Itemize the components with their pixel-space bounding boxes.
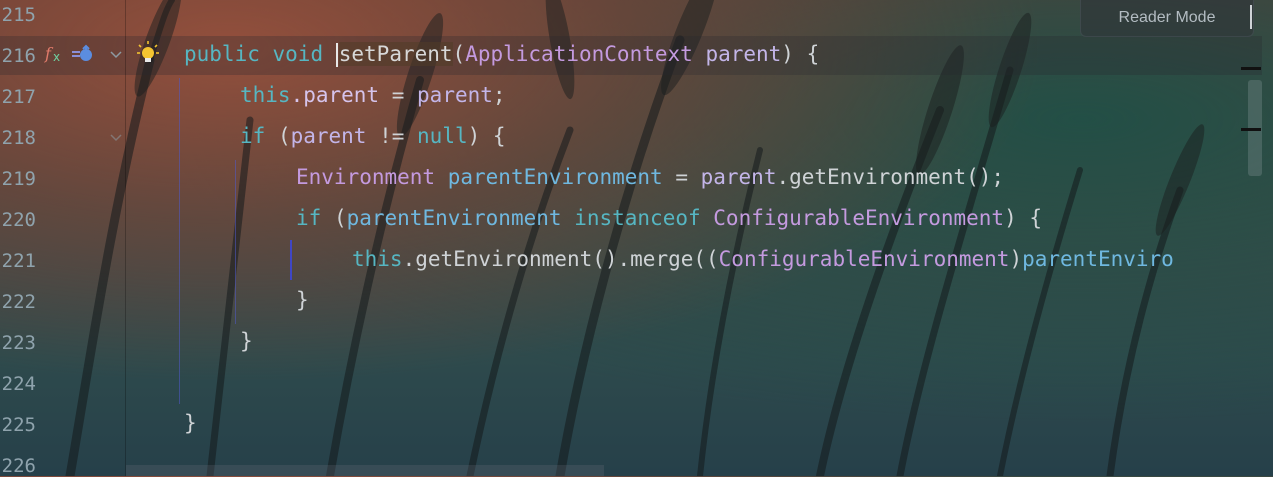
method-call: .getEnvironment().merge(( <box>402 247 719 271</box>
punctuation: ) { <box>1004 206 1043 230</box>
line-number: 223 <box>1 332 36 354</box>
variable: parentEnviro <box>1022 247 1174 271</box>
line-number: 216 <box>1 45 36 67</box>
type-name: ApplicationContext <box>465 42 693 66</box>
operator: = <box>379 83 418 107</box>
method-call: .getEnvironment(); <box>776 165 1005 189</box>
type-name: ConfigurableEnvironment <box>713 206 1005 230</box>
operator: = <box>662 165 701 189</box>
indent-guide <box>290 240 292 280</box>
keyword: void <box>272 42 324 66</box>
punctuation: ( <box>265 124 291 148</box>
punctuation: ( <box>452 42 466 66</box>
keyword: if <box>240 124 266 148</box>
punctuation: ) { <box>467 124 506 148</box>
horizontal-scrollbar[interactable] <box>126 465 604 476</box>
type-name: ConfigurableEnvironment <box>718 247 1010 271</box>
closing-brace: } <box>240 329 253 353</box>
variable: parentEnvironment <box>447 165 663 189</box>
implement-method-icon[interactable] <box>70 43 96 69</box>
punctuation: ) <box>1009 247 1023 271</box>
indent-guide <box>179 78 180 404</box>
type-name: Environment <box>296 165 436 189</box>
field: .parent <box>290 83 380 107</box>
function-icon[interactable]: f x <box>44 43 66 69</box>
indent-guide <box>235 160 236 324</box>
code-line-223[interactable]: } <box>240 327 253 355</box>
code-line-225[interactable]: } <box>184 409 197 437</box>
line-number: 218 <box>1 127 36 149</box>
closing-brace: } <box>184 411 197 435</box>
parameter: parent <box>705 42 782 66</box>
keyword: null <box>417 124 468 148</box>
code-line-217[interactable]: this.parent = parent; <box>240 81 506 109</box>
closing-brace: } <box>296 288 309 312</box>
line-number: 219 <box>1 168 36 190</box>
line-number: 217 <box>1 86 36 108</box>
error-stripe-mark[interactable] <box>1241 67 1261 70</box>
parameter: parent <box>417 83 493 107</box>
reader-mode-divider <box>1250 5 1252 29</box>
code-line-218[interactable]: if (parent != null) { <box>240 122 506 150</box>
parameter: parent <box>290 124 367 148</box>
method-name: setParent <box>338 42 453 66</box>
line-number: 220 <box>1 209 36 231</box>
code-line-222[interactable]: } <box>296 286 309 314</box>
parameter: parent <box>700 165 777 189</box>
punctuation: ) { <box>781 42 820 66</box>
code-line-221[interactable]: this.getEnvironment().merge((Configurabl… <box>352 245 1174 273</box>
fold-chevron-icon[interactable] <box>108 47 124 67</box>
line-number: 224 <box>1 373 36 395</box>
error-stripe-mark[interactable] <box>1241 128 1261 131</box>
line-number: 226 <box>1 455 36 477</box>
operator: != <box>366 124 418 148</box>
keyword: instanceof <box>574 206 701 230</box>
punctuation: ( <box>321 206 347 230</box>
line-number: 215 <box>1 4 36 26</box>
reader-mode-button[interactable]: Reader Mode <box>1080 0 1254 37</box>
text-caret <box>335 43 338 67</box>
line-number: 221 <box>1 250 36 272</box>
lightbulb-icon[interactable] <box>136 40 160 70</box>
gutter-separator <box>125 0 126 476</box>
keyword: if <box>296 206 322 230</box>
keyword: this <box>352 247 403 271</box>
variable: parentEnvironment <box>346 206 562 230</box>
keyword: public <box>184 42 260 66</box>
punctuation: ; <box>492 83 506 107</box>
code-line-220[interactable]: if (parentEnvironment instanceof Configu… <box>296 204 1042 232</box>
line-number: 225 <box>1 414 36 436</box>
fold-chevron-icon[interactable] <box>108 130 124 150</box>
line-number: 222 <box>1 291 36 313</box>
code-line-219[interactable]: Environment parentEnvironment = parent.g… <box>296 163 1004 191</box>
svg-text:x: x <box>53 50 60 64</box>
keyword: this <box>240 83 291 107</box>
code-line-216[interactable]: public void setParent(ApplicationContext… <box>184 40 819 68</box>
